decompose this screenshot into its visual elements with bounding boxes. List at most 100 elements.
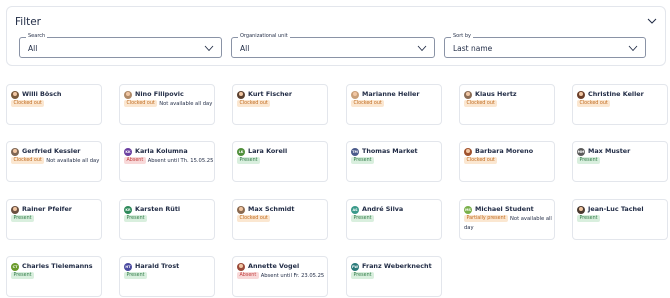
status-badge: Present xyxy=(11,272,34,279)
avatar xyxy=(464,91,472,99)
status-badge: Present xyxy=(351,157,374,164)
avatar: CT xyxy=(11,263,19,271)
employee-status: Clocked out xyxy=(237,215,327,224)
org-unit-value: All xyxy=(240,44,250,53)
employee-status: Present xyxy=(11,215,101,224)
employee-card[interactable]: MS Michael Student Partially present Not av… xyxy=(459,199,555,240)
employee-card[interactable]: HT Harald Trost Present xyxy=(119,256,215,297)
chevron-down-icon xyxy=(628,45,638,52)
employee-status: Absent Absent until Th. 15.05.25 xyxy=(124,157,214,166)
avatar xyxy=(464,148,472,156)
employee-name: Jean-Luc Tachel xyxy=(588,205,644,213)
employee-name: Thomas Market xyxy=(362,147,418,155)
employee-status: Present xyxy=(577,157,667,166)
employee-status: Present xyxy=(351,215,441,224)
employee-name: Nino Filipovic xyxy=(135,90,184,98)
avatar: HT xyxy=(124,263,132,271)
employee-name: André Silva xyxy=(362,205,404,213)
employee-card[interactable]: Nino Filipovic Clocked out Not available a… xyxy=(119,84,215,125)
org-unit-select[interactable]: Organizational unit All xyxy=(231,33,435,58)
avatar: FW xyxy=(351,263,359,271)
employee-status: Clocked out xyxy=(464,100,554,109)
employee-name: Charles Tielemanns xyxy=(22,262,93,270)
status-badge: Present xyxy=(124,215,147,222)
employee-status: Partially present Not available all day xyxy=(464,215,554,233)
employee-card[interactable]: Kurt Fischer Clocked out xyxy=(232,84,328,125)
employee-status: Clocked out xyxy=(351,100,441,109)
avatar: MM xyxy=(577,148,585,156)
avatar xyxy=(237,206,245,214)
chevron-down-icon xyxy=(417,45,427,52)
employee-status: Clocked out Not available all day xyxy=(11,157,101,166)
availability-note: Absent until Fr. 23.05.25 xyxy=(260,273,325,279)
status-badge: Clocked out xyxy=(11,157,45,164)
employee-status: Present xyxy=(124,215,214,224)
employee-status: Clocked out xyxy=(11,100,101,109)
employee-card[interactable]: KK Karla Kolumna Absent Absent until Th. 15… xyxy=(119,141,215,182)
employee-card[interactable]: Marianne Heller Clocked out xyxy=(346,84,442,125)
status-badge: Present xyxy=(11,215,34,222)
avatar xyxy=(237,263,245,271)
employee-status: Clocked out Not available all day xyxy=(124,100,214,109)
avatar: TM xyxy=(351,148,359,156)
employee-card[interactable]: Barbara Moreno Clocked out xyxy=(459,141,555,182)
status-badge: Absent xyxy=(237,272,259,279)
employee-card[interactable]: KR Karsten Rüti Present xyxy=(119,199,215,240)
employee-card[interactable]: Max Schmidt Clocked out xyxy=(232,199,328,240)
employee-card[interactable]: AS André Silva Present xyxy=(346,199,442,240)
employee-card[interactable]: CT Charles Tielemanns Present xyxy=(6,256,102,297)
org-unit-label: Organizational unit xyxy=(238,33,290,40)
avatar xyxy=(11,206,19,214)
sort-by-select[interactable]: Sort by Last name xyxy=(444,33,646,58)
employee-name: Michael Student xyxy=(475,205,534,213)
employee-status: Present xyxy=(351,272,441,281)
employee-name: Franz Weberknecht xyxy=(362,262,432,270)
employee-card[interactable]: Jean-Luc Tachel Present xyxy=(572,199,668,240)
employee-card[interactable]: FW Franz Weberknecht Present xyxy=(346,256,442,297)
employee-status: Present xyxy=(124,272,214,281)
employee-status: Clocked out xyxy=(464,157,554,166)
employee-card[interactable]: TM Thomas Market Present xyxy=(346,141,442,182)
status-badge: Present xyxy=(124,272,147,279)
avatar xyxy=(11,148,19,156)
employee-status: Present xyxy=(11,272,101,281)
status-badge: Present xyxy=(577,215,600,222)
employee-name: Karsten Rüti xyxy=(135,205,181,213)
search-select[interactable]: Search All xyxy=(19,33,222,58)
employee-card[interactable]: Christine Keller Clocked out xyxy=(572,84,668,125)
chevron-up-icon[interactable] xyxy=(647,17,657,25)
status-badge: Clocked out xyxy=(464,157,498,164)
employee-name: Annette Vogel xyxy=(248,262,300,270)
employee-name: Karla Kolumna xyxy=(135,147,188,155)
employee-name: Barbara Moreno xyxy=(475,147,534,155)
employee-name: Kurt Fischer xyxy=(248,90,293,98)
employee-card[interactable]: Klaus Hertz Clocked out xyxy=(459,84,555,125)
availability-note: Not available all day xyxy=(46,158,100,164)
search-label: Search xyxy=(26,33,48,40)
avatar xyxy=(577,91,585,99)
employee-card[interactable]: Willi Bösch Clocked out xyxy=(6,84,102,125)
status-badge: Clocked out xyxy=(124,100,158,107)
employee-card[interactable]: Annette Vogel Absent Absent until Fr. 23.0… xyxy=(232,256,328,297)
sort-by-label: Sort by xyxy=(451,33,473,40)
employee-card[interactable]: LK Lara Korell Present xyxy=(232,141,328,182)
employee-status: Clocked out xyxy=(577,100,667,109)
employee-status: Present xyxy=(577,215,667,224)
employee-card[interactable]: MM Max Muster Present xyxy=(572,141,668,182)
status-badge: Clocked out xyxy=(237,100,271,107)
employee-name: Christine Keller xyxy=(588,90,644,98)
employee-name: Willi Bösch xyxy=(22,90,62,98)
status-badge: Present xyxy=(577,157,600,164)
employee-name: Marianne Heller xyxy=(362,90,420,98)
availability-note: Not available all day xyxy=(159,101,213,107)
avatar: AS xyxy=(351,206,359,214)
employee-card[interactable]: Gerfried Kessler Clocked out Not available… xyxy=(6,141,102,182)
employee-status: Present xyxy=(351,157,441,166)
avatar: LK xyxy=(237,148,245,156)
employee-name: Max Muster xyxy=(588,147,631,155)
employee-card[interactable]: Rainer Pfeifer Present xyxy=(6,199,102,240)
avatar xyxy=(11,91,19,99)
status-badge: Clocked out xyxy=(237,215,271,222)
employee-name: Klaus Hertz xyxy=(475,90,517,98)
filter-panel: Filter Search All Organizational unit Al… xyxy=(6,6,666,66)
